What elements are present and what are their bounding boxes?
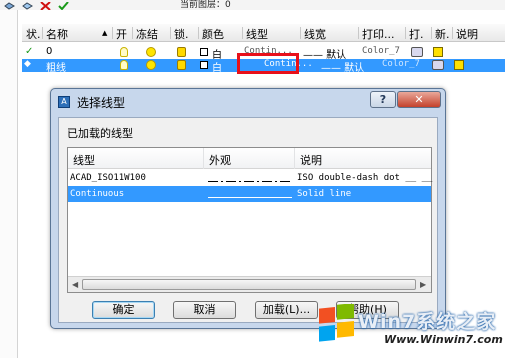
thaw-sun-icon[interactable] (146, 47, 156, 57)
new-vp-freeze-icon[interactable] (454, 60, 464, 70)
col-linetype[interactable]: 线型 (246, 26, 268, 42)
help-button[interactable]: ? (370, 91, 396, 108)
col-appearance[interactable]: 外观 (209, 152, 231, 168)
col-color[interactable]: 颜色 (202, 26, 224, 42)
new-layer-icon[interactable] (4, 0, 15, 10)
scroll-left-icon[interactable]: ◀ (72, 280, 78, 289)
on-bulb-icon[interactable] (120, 47, 128, 57)
col-plotstyle[interactable]: 打印... (362, 26, 395, 42)
delete-layer-icon[interactable] (40, 0, 51, 11)
loaded-linetypes-label: 已加载的线型 (67, 127, 133, 140)
linetype-list[interactable]: 线型 外观 说明 ACAD_ISO11W100 ISO double-dash … (67, 147, 432, 293)
col-newvp[interactable]: 新. (435, 26, 450, 42)
linetype-row-selected[interactable]: Continuous Solid line (68, 186, 431, 202)
scroll-right-icon[interactable]: ▶ (420, 280, 426, 289)
watermark-url: Www.Winwin7.com (384, 333, 503, 346)
col-on[interactable]: 开 (116, 26, 127, 42)
col-plot[interactable]: 打. (409, 26, 424, 42)
ok-button[interactable]: 确定 (92, 301, 155, 319)
layer-plotstyle[interactable]: Color_7 (382, 59, 420, 69)
dialog-titlebar[interactable]: A 选择线型 ? ✕ (51, 89, 445, 114)
linetype-description: ISO double-dash dot __ __ (297, 173, 433, 183)
linetype-name: Continuous (70, 189, 125, 199)
unlock-icon[interactable] (177, 47, 186, 57)
current-check-icon: ✓ (25, 46, 34, 57)
cancel-button[interactable]: 取消 (173, 301, 236, 319)
layer-name[interactable]: 0 (46, 46, 52, 57)
linetype-list-header: 线型 外观 说明 (68, 148, 431, 169)
thaw-sun-icon[interactable] (146, 60, 156, 70)
horizontal-scrollbar[interactable]: ◀ ▶ (68, 276, 431, 292)
app-icon: A (58, 96, 70, 108)
windows-logo-icon (319, 304, 354, 342)
current-layer-text: 当前图层：0 (180, 0, 231, 10)
on-bulb-icon[interactable] (120, 60, 128, 70)
layer-color[interactable]: 白 (212, 59, 222, 74)
col-linetype[interactable]: 线型 (73, 152, 95, 168)
layer-lineweight[interactable]: —— 默认 (321, 59, 364, 74)
layer-list-header: 状. 名称 ▲ 开 冻结 锁. 颜色 线型 线宽 打印... 打. 新. 说明 (22, 24, 505, 42)
dialog-title: 选择线型 (77, 96, 126, 110)
linetype-preview (208, 197, 292, 198)
color-swatch[interactable] (200, 61, 208, 69)
unlock-icon[interactable] (177, 60, 186, 70)
top-toolbar: 当前图层：0 (0, 0, 505, 11)
col-name[interactable]: 名称 (46, 26, 68, 42)
scroll-thumb[interactable] (82, 279, 416, 290)
linetype-description: Solid line (297, 189, 352, 199)
new-vp-freeze-icon[interactable] (433, 47, 443, 57)
close-button[interactable]: ✕ (397, 91, 441, 108)
col-status[interactable]: 状. (26, 26, 41, 42)
layer-name[interactable]: 粗线 (46, 59, 66, 74)
layer-plotstyle[interactable]: Color_7 (362, 46, 400, 56)
layer-status-icon: ◆ (24, 59, 31, 69)
plot-printer-icon[interactable] (432, 60, 444, 70)
col-lock[interactable]: 锁. (174, 26, 189, 42)
sort-arrow-icon: ▲ (102, 29, 108, 37)
load-button[interactable]: 加载(L)... (255, 301, 318, 319)
col-lineweight[interactable]: 线宽 (304, 26, 326, 42)
linetype-name: ACAD_ISO11W100 (70, 173, 146, 183)
set-current-icon[interactable] (58, 0, 69, 11)
new-layer-vp-icon[interactable] (22, 0, 33, 10)
col-description[interactable]: 说明 (300, 152, 322, 168)
col-description[interactable]: 说明 (456, 26, 478, 42)
linetype-row[interactable]: ACAD_ISO11W100 ISO double-dash dot __ __ (68, 170, 433, 186)
dialog-body: 已加载的线型 线型 外观 说明 ACAD_ISO11W100 ISO doubl… (58, 117, 438, 323)
plot-printer-icon[interactable] (411, 47, 423, 57)
color-swatch[interactable] (200, 48, 208, 56)
filter-tree-panel (0, 10, 18, 358)
linetype-highlight-box (237, 53, 299, 74)
linetype-preview (208, 181, 292, 182)
col-freeze[interactable]: 冻结 (136, 26, 158, 42)
select-linetype-dialog: A 选择线型 ? ✕ 已加载的线型 线型 外观 说明 ACAD_ISO11W10… (50, 88, 446, 329)
watermark-brand: Win7系统之家 (358, 311, 497, 333)
